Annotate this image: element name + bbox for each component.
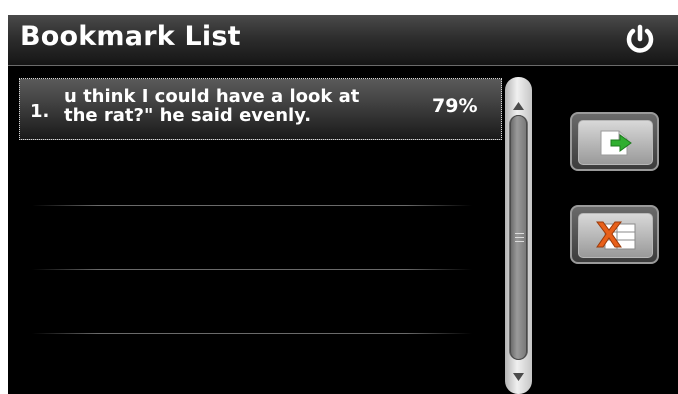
button-face [578,213,653,258]
goto-bookmark-button[interactable] [570,112,659,171]
goto-bookmark-icon [600,130,632,156]
delete-bookmark-button[interactable] [570,205,659,264]
list-separator [32,269,472,270]
bookmark-screen: Bookmark List 1. u think I could have a … [8,15,678,394]
bookmark-text: u think I could have a look at the rat?"… [64,86,360,126]
list-separator [32,205,472,206]
bookmark-percent: 79% [432,95,478,117]
thumb-grip [515,237,524,238]
scroll-up-arrow-icon[interactable] [513,102,524,110]
page-title: Bookmark List [20,21,241,52]
scrollbar[interactable] [505,77,532,394]
scroll-thumb[interactable] [510,115,527,360]
power-icon[interactable] [623,24,657,56]
bookmark-number: 1. [30,101,50,122]
thumb-grip [515,241,524,242]
delete-bookmark-icon [596,221,636,250]
scroll-track[interactable] [509,115,528,360]
bookmark-row-1[interactable]: 1. u think I could have a look at the ra… [19,78,502,140]
thumb-grip [515,233,524,234]
list-separator [32,333,472,334]
header-bar: Bookmark List [8,15,678,66]
button-face [578,120,653,165]
scroll-down-arrow-icon[interactable] [513,373,524,381]
